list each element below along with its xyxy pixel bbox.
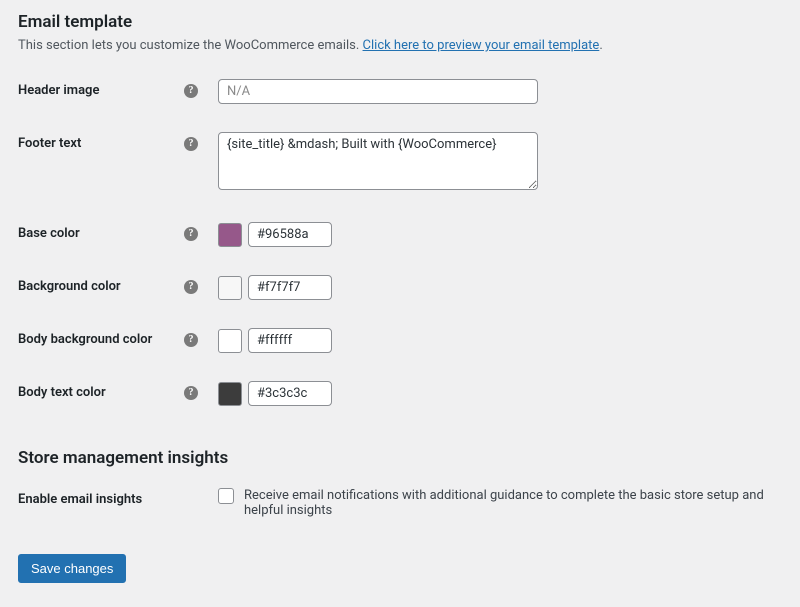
label-enable-insights: Enable email insights xyxy=(18,492,142,507)
help-icon[interactable]: ? xyxy=(184,137,198,151)
enable-insights-row[interactable]: Receive email notifications with additio… xyxy=(218,488,782,518)
label-body-text-color: Body text color xyxy=(18,385,106,400)
help-icon[interactable]: ? xyxy=(184,280,198,294)
base-color-input[interactable] xyxy=(248,222,332,247)
insights-form-table: Enable email insights Receive email noti… xyxy=(18,474,782,532)
label-body-background-color: Body background color xyxy=(18,332,152,347)
preview-template-link[interactable]: Click here to preview your email templat… xyxy=(363,38,600,53)
footer-text-textarea[interactable] xyxy=(218,132,538,190)
desc-text-post: . xyxy=(599,38,602,53)
help-icon[interactable]: ? xyxy=(184,386,198,400)
desc-text: This section lets you customize the WooC… xyxy=(18,38,363,53)
section-description: This section lets you customize the WooC… xyxy=(18,38,782,53)
body-text-color-swatch[interactable] xyxy=(218,382,242,406)
enable-insights-description: Receive email notifications with additio… xyxy=(244,488,782,518)
help-icon[interactable]: ? xyxy=(184,227,198,241)
settings-form-table: Header image ? Footer text ? Base color … xyxy=(18,65,782,420)
help-icon[interactable]: ? xyxy=(184,84,198,98)
section-heading-email-template: Email template xyxy=(18,12,782,32)
enable-insights-checkbox[interactable] xyxy=(218,488,234,504)
base-color-swatch[interactable] xyxy=(218,223,242,247)
body-background-color-swatch[interactable] xyxy=(218,329,242,353)
label-header-image: Header image xyxy=(18,83,99,98)
label-background-color: Background color xyxy=(18,279,121,294)
body-text-color-input[interactable] xyxy=(248,381,332,406)
section-heading-store-insights: Store management insights xyxy=(18,448,782,468)
label-base-color: Base color xyxy=(18,226,80,241)
header-image-input[interactable] xyxy=(218,79,538,104)
body-background-color-input[interactable] xyxy=(248,328,332,353)
label-footer-text: Footer text xyxy=(18,136,81,151)
background-color-input[interactable] xyxy=(248,275,332,300)
help-icon[interactable]: ? xyxy=(184,333,198,347)
save-changes-button[interactable]: Save changes xyxy=(18,554,126,583)
background-color-swatch[interactable] xyxy=(218,276,242,300)
